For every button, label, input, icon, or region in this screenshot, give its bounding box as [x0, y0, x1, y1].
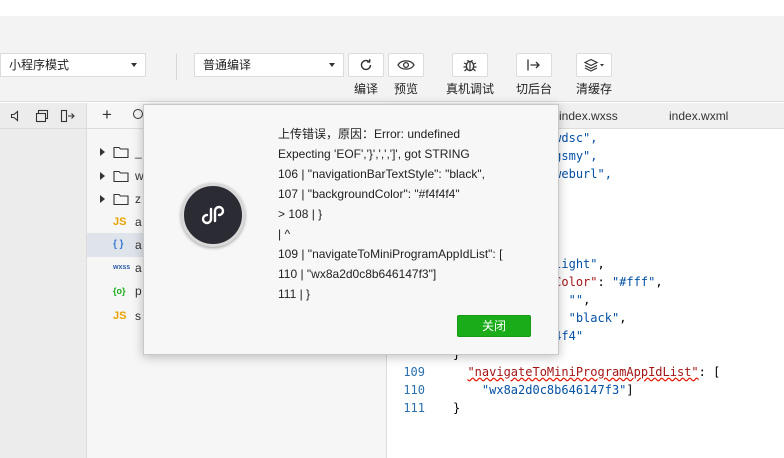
preview-label: 预览: [393, 82, 418, 96]
folder-icon: [113, 170, 129, 183]
error-line: 109 | "navigateToMiniProgramAppIdList": …: [278, 247, 503, 261]
upload-error-dialog: 上传错误，原因：Error: undefined Expecting 'EOF'…: [143, 104, 559, 355]
tree-item-name: a: [135, 238, 142, 252]
compile-button[interactable]: [348, 53, 384, 77]
clear-cache-label: 清缓存: [575, 82, 612, 96]
window-top-strip: [0, 0, 784, 16]
compile-select[interactable]: 普通编译: [194, 53, 344, 77]
refresh-icon: [360, 59, 372, 71]
tree-item-name: a: [135, 215, 142, 229]
wxss-file-icon: wxss: [113, 264, 131, 271]
miniprogram-logo-icon: [201, 205, 225, 225]
code-token: : [: [698, 365, 721, 379]
code-token: "navigateToMiniProgramAppIdList": [467, 365, 699, 379]
line-number: 109: [403, 365, 425, 379]
error-line: 上传错误，原因：Error: undefined: [278, 127, 461, 141]
tab-index-wxss[interactable]: index.wxss: [559, 103, 669, 129]
code-token: ]: [626, 383, 634, 397]
compile-select-value: 普通编译: [203, 58, 252, 72]
chevron-right-icon: [100, 195, 105, 203]
error-line: 106 | "navigationBarTextStyle": "black",: [278, 167, 485, 181]
code-token: ,: [619, 311, 627, 325]
line-number: 110: [403, 383, 425, 397]
chevron-down-icon: [329, 63, 335, 67]
simulator-panel: [0, 129, 87, 458]
error-line: 111 | }: [278, 287, 311, 301]
chevron-down-icon: [131, 63, 137, 67]
preview-button[interactable]: [388, 53, 424, 77]
backstage-icon: [527, 59, 540, 71]
code-line: 110 "wx8a2d0c8b646147f3"]: [387, 381, 784, 399]
error-line: > 108 | }: [278, 207, 323, 221]
folder-icon: [113, 193, 129, 206]
backstage-button[interactable]: [516, 53, 552, 77]
code-token: ,: [655, 275, 663, 289]
clear-cache-button[interactable]: [576, 53, 612, 77]
error-line: 110 | "wx8a2d0c8b646147f3"]: [278, 267, 437, 281]
mode-select[interactable]: 小程序模式: [0, 53, 146, 77]
tree-item-name: s: [135, 309, 141, 323]
tab-index-wxml[interactable]: index.wxml: [669, 103, 779, 129]
folder-icon: [113, 146, 129, 159]
code-line: 111}: [387, 399, 784, 417]
mode-select-value: 小程序模式: [9, 58, 70, 72]
detach-icon[interactable]: [60, 109, 76, 123]
code-text: }: [453, 399, 460, 417]
error-line: 107 | "backgroundColor": "#f4f4f4": [278, 187, 460, 201]
js-file-icon: JS: [113, 310, 127, 322]
error-line: Expecting 'EOF','}',',',']', got STRING: [278, 147, 470, 161]
json-file-icon: { }: [113, 239, 124, 250]
config-file-icon: {o}: [113, 286, 126, 296]
tree-item-name: p: [135, 284, 142, 298]
eye-icon: [397, 60, 415, 70]
code-text: "wx8a2d0c8b646147f3"]: [453, 381, 634, 399]
window-icon[interactable]: [35, 109, 49, 123]
code-token: "": [568, 293, 584, 307]
close-button[interactable]: 关闭: [457, 315, 531, 337]
remote-debug-label: 真机调试: [445, 82, 494, 96]
search-icon[interactable]: [133, 109, 143, 119]
bug-icon: [463, 59, 477, 72]
speaker-icon[interactable]: [10, 110, 22, 122]
remote-debug-button[interactable]: [452, 53, 488, 77]
code-token: ,: [583, 293, 591, 307]
miniprogram-logo: [181, 183, 245, 247]
add-file-button[interactable]: +: [102, 105, 112, 125]
line-number: 111: [403, 401, 425, 415]
chevron-right-icon: [100, 172, 105, 180]
code-token: "wx8a2d0c8b646147f3": [481, 383, 627, 397]
code-token: "black": [568, 311, 620, 325]
code-token: "#fff": [611, 275, 656, 289]
layers-icon: [583, 58, 604, 72]
simulator-iconbar: [0, 103, 87, 129]
toolbar: 小程序模式 普通编译 编译 预览 真机调试 切后台 清缓存: [0, 16, 784, 102]
code-line: 109 "navigateToMiniProgramAppIdList": [: [387, 363, 784, 381]
code-token: :: [597, 275, 612, 289]
code-token: ,: [597, 257, 605, 271]
tree-item-name: a: [135, 261, 142, 275]
code-text: "navigateToMiniProgramAppIdList": [: [453, 363, 720, 381]
toolbar-divider: [176, 54, 177, 80]
error-line: | ^: [278, 227, 291, 241]
backstage-label: 切后台: [515, 82, 552, 96]
chevron-right-icon: [100, 148, 105, 156]
code-token: }: [453, 401, 461, 415]
tree-item-name: _: [135, 145, 142, 159]
tree-item-name: z: [135, 192, 141, 206]
js-file-icon: JS: [113, 216, 127, 228]
